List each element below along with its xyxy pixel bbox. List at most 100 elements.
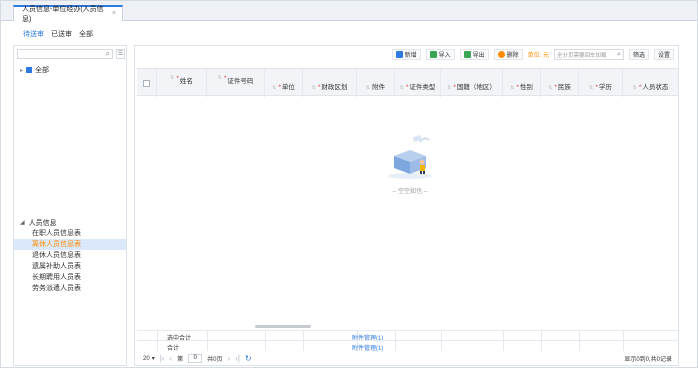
app-window: 人员信息-单位经办(人员信息) × 待送审 已送审 全部 ⌕ ☰ ▸ 全部 ◢ … xyxy=(0,0,698,368)
page-prefix: 第 xyxy=(177,357,184,363)
required-mark: * xyxy=(638,84,642,91)
sidebar-item-retired-staff[interactable]: 退休人员信息表 xyxy=(14,250,126,261)
empty-text: -- 空空如也 -- xyxy=(392,189,428,195)
import-icon xyxy=(429,51,437,58)
col-label: 人员状态 xyxy=(642,84,669,91)
col-unit[interactable]: ⇅ * 单位 xyxy=(265,69,303,97)
col-name[interactable]: ⇅ * 姓名 xyxy=(157,69,207,97)
required-mark: * xyxy=(176,75,179,82)
page-size-select[interactable]: 20 ▾ xyxy=(143,355,155,363)
sidebar-item-labor-dispatch[interactable]: 劳务派遣人员表 xyxy=(14,283,126,294)
pagination: 20 ▾ |‹ ‹ 第 0 共0页 › ›| ↻ 显示0到0,共0记录 xyxy=(137,352,678,365)
chevron-down-icon[interactable]: ◢ xyxy=(20,219,25,226)
filter-button[interactable]: 筛选 xyxy=(628,49,649,60)
search-placeholder: 全分页需要回车加载 xyxy=(556,52,607,59)
empty-box-icon xyxy=(388,134,432,179)
sidebar-item-retired-cadres[interactable]: 离休人员信息表 xyxy=(14,239,126,250)
filter-pending[interactable]: 待送审 xyxy=(23,29,44,39)
chevron-right-icon[interactable]: ▸ xyxy=(20,67,23,74)
tree-search-input[interactable]: ⌕ xyxy=(17,49,113,59)
export-button[interactable]: 导出 xyxy=(459,49,489,60)
divider xyxy=(503,341,504,351)
page-number-input[interactable]: 0 xyxy=(188,354,203,363)
divider xyxy=(207,341,208,351)
close-icon[interactable]: × xyxy=(112,10,116,17)
group-header[interactable]: ◢ 人员信息 xyxy=(14,217,126,228)
total-row: 合计 附件管理(1) xyxy=(137,340,678,352)
filter-all[interactable]: 全部 xyxy=(79,29,93,39)
col-nationality[interactable]: ⇅ * 国籍（地区） xyxy=(441,69,503,97)
import-button[interactable]: 导入 xyxy=(425,49,455,60)
refresh-icon[interactable]: ↻ xyxy=(245,354,252,363)
divider xyxy=(303,341,304,351)
collapse-icon[interactable]: ☰ xyxy=(116,49,125,59)
col-label: 性别 xyxy=(519,84,533,91)
page-size-value: 20 xyxy=(143,355,150,362)
col-label: 单位 xyxy=(281,84,295,91)
col-id-number[interactable]: ⇅ * 证件号码 xyxy=(207,69,265,97)
empty-state: -- 空空如也 -- xyxy=(365,130,455,195)
page-count: 共0页 xyxy=(207,357,223,363)
required-mark: * xyxy=(516,84,519,91)
grid-panel: 新增 导入 导出 删除 单位: 元 全分页需要回车加载 ⌕ 筛选 设置 ⇅ * … xyxy=(134,45,679,366)
grid-header: ⇅ * 姓名 ⇅ * 证件号码 ⇅ * 单位 ⇅ * 财政区划 ⇅ 附件 ⇅ * 证件类型 ⇅ * 国籍（… xyxy=(137,68,678,97)
tree-root-all[interactable]: ▸ 全部 xyxy=(20,65,49,75)
sort-icon: ⇅ xyxy=(589,85,594,91)
sidebar-item-survivor-subsidy[interactable]: 遗属补助人员表 xyxy=(14,261,126,272)
col-label: 财政区划 xyxy=(321,84,348,91)
settings-label: 设置 xyxy=(657,53,670,59)
delete-label: 删除 xyxy=(506,53,519,59)
import-label: 导入 xyxy=(438,53,451,59)
required-mark: * xyxy=(554,84,557,91)
checkbox-icon[interactable] xyxy=(26,67,33,73)
col-ethnicity[interactable]: ⇅ * 民族 xyxy=(541,69,579,97)
sort-icon: ⇅ xyxy=(272,85,277,91)
select-all-checkbox[interactable] xyxy=(143,79,150,87)
selected-total-row: 选中合计 附件管理(1) xyxy=(137,330,678,342)
sidebar-item-active-staff[interactable]: 在职人员信息表 xyxy=(14,228,126,239)
search-icon[interactable]: ⌕ xyxy=(617,51,621,59)
last-page-icon[interactable]: ›| xyxy=(235,354,240,363)
sort-icon: ⇅ xyxy=(311,85,316,91)
required-mark: * xyxy=(405,84,409,91)
attachment-manage-link[interactable]: 附件管理(1) xyxy=(352,343,383,352)
sidebar-item-long-term-hire[interactable]: 长期聘用人员表 xyxy=(14,272,126,283)
settings-button[interactable]: 设置 xyxy=(653,49,674,60)
col-person-status[interactable]: ⇅ * 人员状态 xyxy=(623,69,678,97)
add-button[interactable]: 新增 xyxy=(391,49,421,60)
select-all-cell[interactable] xyxy=(137,69,157,97)
col-id-type[interactable]: ⇅ * 证件类型 xyxy=(395,69,441,97)
col-label: 证件类型 xyxy=(409,84,436,91)
horizontal-scrollbar[interactable] xyxy=(255,325,311,328)
sort-icon: ⇅ xyxy=(170,75,175,81)
tab-person-info[interactable]: 人员信息-单位经办(人员信息) × xyxy=(13,5,123,23)
sort-icon: ⇅ xyxy=(548,85,553,91)
filter-label: 筛选 xyxy=(632,53,645,59)
delete-button[interactable]: 删除 xyxy=(493,49,523,60)
left-tree-panel: ⌕ ☰ ▸ 全部 ◢ 人员信息 在职人员信息表 离休人员信息表 退休人员信息表 … xyxy=(13,45,127,366)
required-mark: * xyxy=(453,84,456,91)
group-title-label: 人员信息 xyxy=(28,219,57,227)
record-info: 显示0到0,共0记录 xyxy=(624,357,672,363)
first-page-icon[interactable]: |‹ xyxy=(160,354,165,363)
plus-icon xyxy=(395,51,403,58)
divider xyxy=(541,341,542,351)
required-mark: * xyxy=(317,84,321,91)
divider xyxy=(157,341,158,351)
filter-submitted[interactable]: 已送审 xyxy=(51,29,72,39)
undo-icon xyxy=(497,51,505,58)
sort-icon: ⇅ xyxy=(632,85,637,91)
next-page-icon[interactable]: › xyxy=(227,354,230,363)
search-icon[interactable]: ⌕ xyxy=(106,49,110,59)
sort-icon: ⇅ xyxy=(510,85,515,91)
col-gender[interactable]: ⇅ * 性别 xyxy=(503,69,541,97)
grid-search-input[interactable]: 全分页需要回车加载 ⌕ xyxy=(553,49,624,60)
prev-page-icon[interactable]: ‹ xyxy=(169,354,172,363)
col-label: 证件号码 xyxy=(227,78,254,85)
add-label: 新增 xyxy=(404,53,417,59)
col-attachment[interactable]: ⇅ 附件 xyxy=(357,69,395,97)
col-education[interactable]: ⇅ * 学历 xyxy=(579,69,623,97)
col-fiscal-region[interactable]: ⇅ * 财政区划 xyxy=(303,69,357,97)
sort-icon: ⇅ xyxy=(365,85,371,91)
divider xyxy=(579,341,580,351)
